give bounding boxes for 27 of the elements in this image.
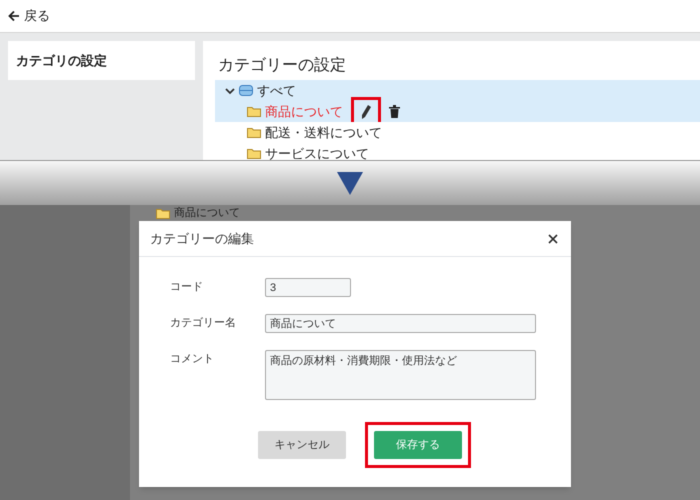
- tree-label: 商品について: [265, 102, 343, 121]
- folder-icon: [247, 127, 261, 138]
- dialog-title: カテゴリーの編集: [150, 230, 254, 248]
- back-link[interactable]: 戻る: [8, 6, 50, 26]
- chevron-icon[interactable]: [225, 86, 235, 96]
- trash-icon[interactable]: [389, 105, 400, 118]
- folder-icon: [247, 106, 261, 117]
- back-arrow-icon: [8, 10, 20, 22]
- folder-icon: [156, 208, 170, 219]
- tree-label: サービスについて: [265, 144, 369, 160]
- background-item: 商品について: [174, 206, 240, 222]
- tree-label: 配送・送料について: [265, 124, 382, 142]
- field-label: コード: [170, 280, 204, 295]
- sidebar-title: カテゴリの設定: [16, 52, 107, 70]
- tree-row[interactable]: すべて: [215, 80, 700, 101]
- down-triangle-icon: [337, 172, 363, 195]
- comment-field[interactable]: 商品の原材料・消費期限・使用法など: [265, 350, 536, 400]
- cancel-button[interactable]: キャンセル: [258, 431, 346, 459]
- tree-label: すべて: [257, 82, 296, 100]
- field-label: コメント: [170, 352, 215, 367]
- input-field[interactable]: 商品について: [265, 314, 536, 333]
- field-label: カテゴリー名: [170, 316, 237, 331]
- close-button[interactable]: [546, 232, 560, 246]
- pencil-icon: [360, 104, 372, 120]
- input-field[interactable]: 3: [265, 278, 351, 297]
- panel-title: カテゴリーの設定: [217, 56, 347, 76]
- database-icon: [239, 85, 253, 96]
